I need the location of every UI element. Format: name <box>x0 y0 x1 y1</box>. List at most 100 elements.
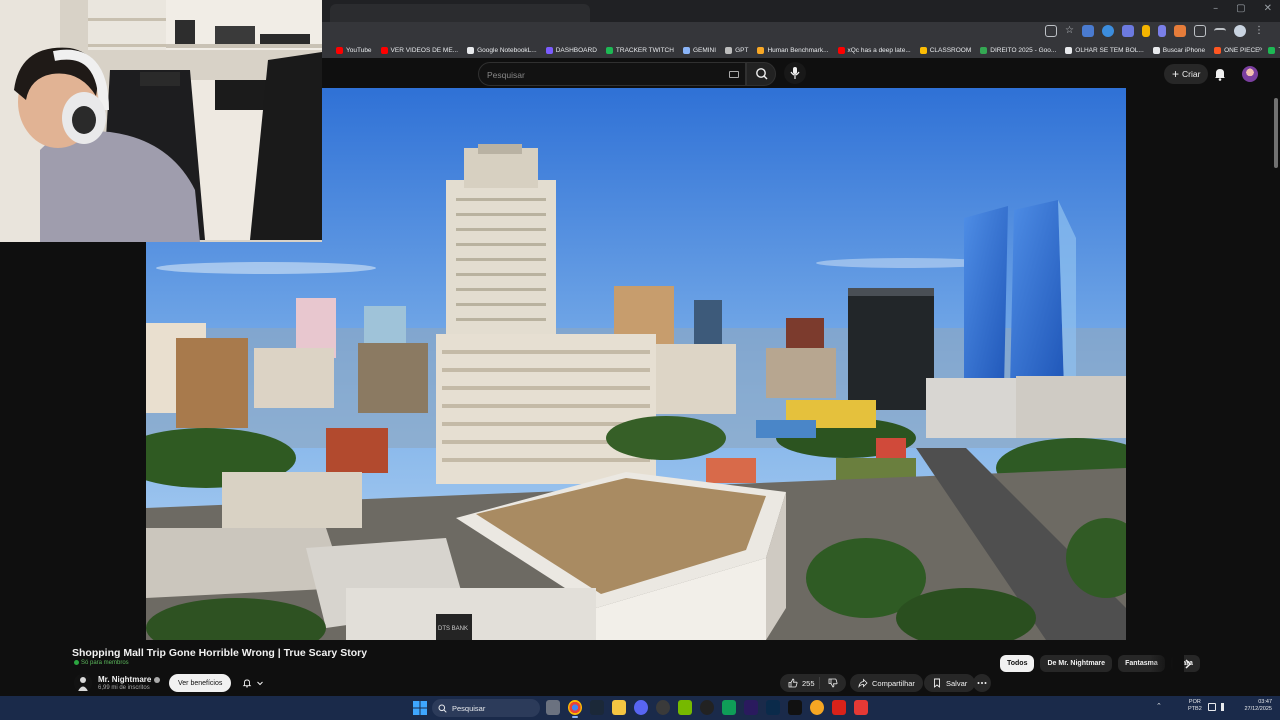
tray-overflow-icon[interactable]: ⌃ <box>1156 702 1162 710</box>
voice-search-button[interactable] <box>784 62 806 84</box>
thumbs-down-icon <box>828 678 838 688</box>
profile-icon[interactable] <box>1234 25 1246 37</box>
menu-kebab-icon[interactable]: ⋮ <box>1254 25 1264 37</box>
app-icon[interactable] <box>700 700 714 715</box>
search-button[interactable] <box>746 62 776 86</box>
start-button[interactable] <box>413 701 427 715</box>
create-label: Criar <box>1182 69 1201 79</box>
bookmarks-more-button[interactable]: » <box>1258 44 1264 53</box>
obs-icon[interactable] <box>656 700 670 715</box>
channel-name[interactable]: Mr. Nightmare <box>98 675 161 684</box>
close-window-button[interactable]: ✕ <box>1264 3 1272 14</box>
extension-icon[interactable] <box>1122 25 1134 37</box>
clock-time: 03:47 <box>1258 699 1272 705</box>
chip-from-channel[interactable]: De Mr. Nightmare <box>1040 655 1113 672</box>
more-horizontal-icon <box>977 682 987 684</box>
scrollbar-thumb[interactable] <box>1274 98 1278 168</box>
bookmark-item[interactable]: YouTube <box>336 46 372 54</box>
keyboard-language[interactable]: POR PTB2 <box>1188 699 1202 713</box>
like-button[interactable]: 255 <box>780 677 820 689</box>
capcut-icon[interactable] <box>788 700 802 715</box>
tray-status-icons[interactable] <box>1208 703 1229 711</box>
window-controls: – ▢ ✕ <box>1213 3 1272 14</box>
chips-next-button[interactable] <box>1180 656 1196 672</box>
bookmark-star-icon[interactable]: ☆ <box>1065 25 1074 37</box>
cast-icon[interactable] <box>1045 25 1058 37</box>
bookmark-item[interactable]: Human Benchmark... <box>757 46 829 54</box>
search-box <box>478 62 746 86</box>
bookmark-item[interactable]: Buscar iPhone <box>1152 46 1205 54</box>
bookmark-label: GPT <box>735 46 749 54</box>
share-icon <box>858 678 868 688</box>
notification-settings-button[interactable] <box>236 674 270 692</box>
user-avatar[interactable] <box>1242 66 1258 82</box>
extension-icon[interactable] <box>1102 25 1114 37</box>
notifications-button[interactable] <box>1210 64 1230 84</box>
verified-icon <box>154 676 161 683</box>
task-view-icon[interactable] <box>546 700 560 715</box>
browser-tab[interactable] <box>330 4 590 22</box>
bookmark-favicon-icon <box>380 46 388 54</box>
file-explorer-icon[interactable] <box>612 700 626 715</box>
more-actions-button[interactable] <box>973 674 991 692</box>
bookmark-label: GEMINI <box>692 46 717 54</box>
app-icon[interactable] <box>722 700 736 715</box>
extension-icon[interactable] <box>1082 25 1094 37</box>
keyboard-icon[interactable] <box>729 71 739 78</box>
bookmark-item[interactable]: GPT <box>725 46 749 54</box>
bookmark-item[interactable]: OLHAR SE TEM BOL... <box>1065 46 1144 54</box>
save-button[interactable]: Salvar <box>924 674 976 692</box>
discord-icon[interactable] <box>634 700 648 715</box>
chrome-icon[interactable] <box>568 700 582 718</box>
chips-fade <box>1150 653 1184 673</box>
bookmark-item[interactable]: DIREITO 2025 - Goo... <box>980 46 1056 54</box>
windows-taskbar: Pesquisar ⌃ POR PTB2 03:47 27/12/2025 <box>0 696 1280 720</box>
bookmark-item[interactable]: TABELA CRIPTO <box>1268 46 1280 54</box>
extension-icon[interactable] <box>1158 25 1166 37</box>
extensions-puzzle-icon[interactable] <box>1194 25 1206 37</box>
bookmark-item[interactable]: CLASSROOM <box>919 46 971 54</box>
maximize-button[interactable]: ▢ <box>1236 3 1245 14</box>
search-icon <box>438 704 447 713</box>
bookmark-label: Google NotebookL... <box>477 46 537 54</box>
bookmark-item[interactable]: ONE PIECE <box>1214 46 1259 54</box>
channel-avatar[interactable] <box>74 674 92 692</box>
acrobat-icon[interactable] <box>832 700 846 715</box>
share-button[interactable]: Compartilhar <box>850 674 923 692</box>
bookmark-item[interactable]: DASHBOARD <box>545 46 597 54</box>
bookmark-favicon-icon <box>725 46 733 54</box>
bookmark-item[interactable]: TRACKER TWITCH <box>605 46 674 54</box>
bookmark-item[interactable]: xQc has a deep late... <box>837 46 911 54</box>
subscriber-count: 6,99 mi de inscritos <box>98 685 150 691</box>
bookmark-label: OLHAR SE TEM BOL... <box>1075 46 1144 54</box>
clock[interactable]: 03:47 27/12/2025 <box>1236 699 1272 713</box>
page-scrollbar[interactable] <box>1272 88 1280 696</box>
app-icon[interactable] <box>854 700 868 715</box>
bookmark-item[interactable]: VER VIDEOS DE ME... <box>380 46 458 54</box>
bookmark-item[interactable]: GEMINI <box>682 46 717 54</box>
bell-icon <box>1215 69 1225 81</box>
premiere-icon[interactable] <box>744 700 758 715</box>
members-badge-label: Só para membros <box>81 660 129 667</box>
chevron-down-icon <box>257 681 263 686</box>
minimize-button[interactable]: – <box>1213 3 1218 14</box>
app-icon[interactable] <box>810 700 824 715</box>
extension-icon[interactable] <box>1142 25 1150 37</box>
search-input[interactable] <box>487 67 717 83</box>
bookmark-item[interactable]: Google NotebookL... <box>467 46 537 54</box>
bookmark-favicon-icon <box>605 46 613 54</box>
chevron-right-icon <box>1185 659 1192 669</box>
like-count: 255 <box>802 678 815 688</box>
dislike-button[interactable] <box>820 678 846 688</box>
view-benefits-button[interactable]: Ver benefícios <box>169 674 232 692</box>
taskbar-search[interactable]: Pesquisar <box>432 699 540 717</box>
photoshop-icon[interactable] <box>766 700 780 715</box>
extension-icon[interactable] <box>1174 25 1186 37</box>
chip-all[interactable]: Todos <box>1000 655 1035 672</box>
steam-icon[interactable] <box>590 700 604 715</box>
create-button[interactable]: + Criar <box>1164 64 1209 84</box>
network-icon <box>1208 703 1216 711</box>
tab-search-icon[interactable] <box>1214 28 1226 34</box>
bell-icon <box>242 679 252 688</box>
nvidia-icon[interactable] <box>678 700 692 715</box>
